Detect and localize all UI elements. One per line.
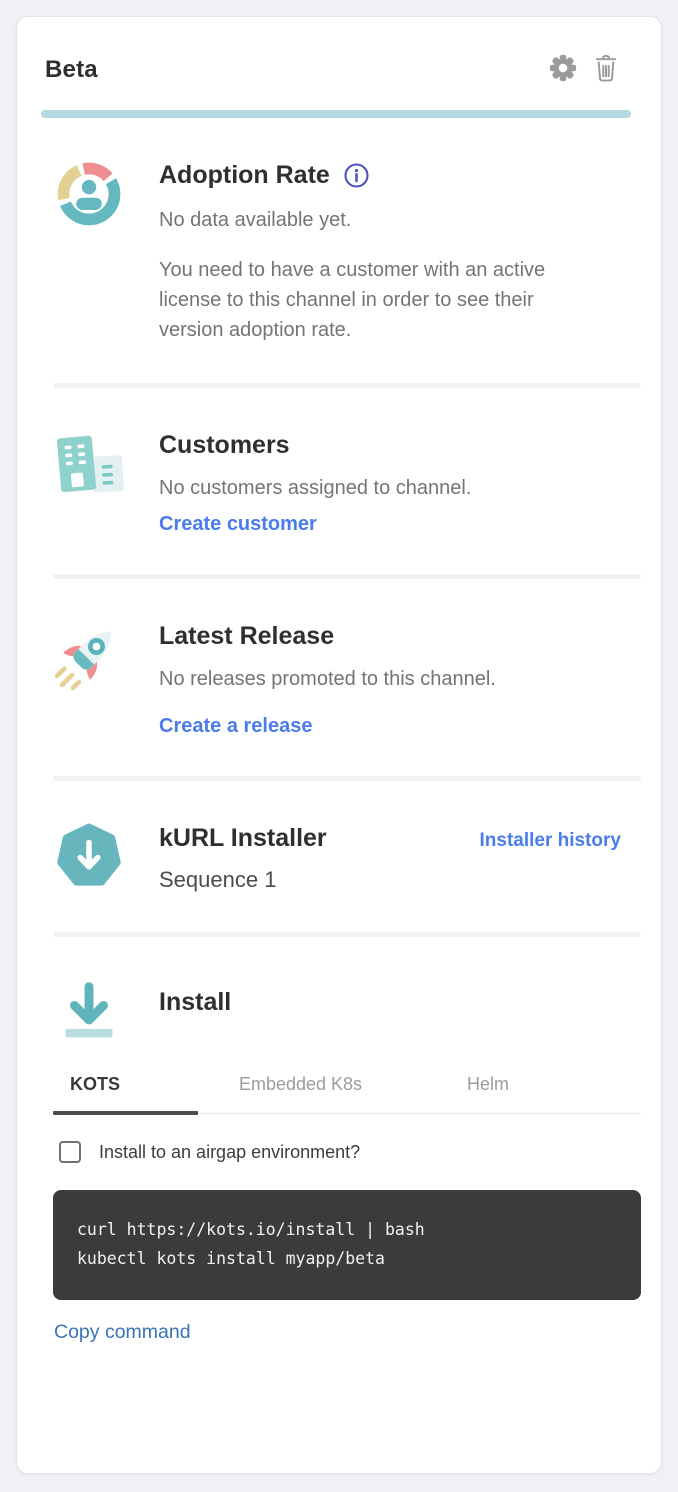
- info-icon[interactable]: [343, 162, 370, 189]
- header-actions: [548, 53, 619, 86]
- release-title: Latest Release: [159, 621, 641, 651]
- channel-accent-bar: [41, 110, 631, 118]
- release-content: Latest Release No releases promoted to t…: [159, 621, 641, 738]
- gear-icon: [548, 53, 578, 86]
- tab-kots[interactable]: KOTS: [53, 1074, 198, 1113]
- channel-title: Beta: [45, 56, 98, 84]
- install-command-block: curl https://kots.io/install | bash kube…: [53, 1190, 641, 1300]
- trash-icon: [593, 54, 619, 85]
- section-install: Install: [17, 937, 661, 1074]
- section-adoption-rate: Adoption Rate No data available yet. You…: [17, 118, 661, 383]
- channel-card: Beta: [16, 16, 662, 1474]
- tab-embedded-k8s[interactable]: Embedded K8s: [198, 1074, 403, 1113]
- buildings-icon: [51, 430, 127, 503]
- section-customers: Customers No customers assigned to chann…: [17, 388, 661, 574]
- installer-title-row: kURL Installer Installer history: [159, 823, 641, 853]
- section-kurl-installer: kURL Installer Installer history Sequenc…: [17, 781, 661, 932]
- customers-empty-text: No customers assigned to channel.: [159, 473, 641, 503]
- section-latest-release: Latest Release No releases promoted to t…: [17, 579, 661, 776]
- installer-sequence: Sequence 1: [159, 867, 641, 893]
- installer-icon-col: [53, 823, 125, 894]
- tab-helm[interactable]: Helm: [403, 1074, 573, 1113]
- channel-settings-button[interactable]: [548, 53, 578, 86]
- create-release-link[interactable]: Create a release: [159, 715, 312, 738]
- install-title: Install: [159, 987, 641, 1017]
- install-content: Install: [159, 979, 641, 1050]
- airgap-checkbox[interactable]: [59, 1141, 81, 1163]
- install-icon-col: [53, 979, 125, 1050]
- adoption-title: Adoption Rate: [159, 160, 330, 190]
- heptagon-download-icon: [56, 823, 122, 894]
- adoption-empty-body: You need to have a customer with an acti…: [159, 255, 564, 345]
- release-icon-col: [53, 621, 125, 738]
- installer-content: kURL Installer Installer history Sequenc…: [159, 823, 641, 894]
- adoption-donut-user-icon: [55, 160, 123, 233]
- installer-title: kURL Installer: [159, 823, 327, 853]
- card-header: Beta: [17, 17, 661, 86]
- download-arrow-icon: [59, 979, 119, 1050]
- install-command-line-1: curl https://kots.io/install | bash: [77, 1216, 617, 1245]
- adoption-title-row: Adoption Rate: [159, 160, 641, 190]
- customers-content: Customers No customers assigned to chann…: [159, 430, 641, 536]
- airgap-label[interactable]: Install to an airgap environment?: [99, 1142, 360, 1163]
- adoption-empty-title: No data available yet.: [159, 205, 641, 235]
- delete-channel-button[interactable]: [593, 54, 619, 85]
- rocket-icon: [50, 621, 128, 700]
- install-command-line-2: kubectl kots install myapp/beta: [77, 1245, 617, 1274]
- airgap-row: Install to an airgap environment?: [59, 1141, 641, 1163]
- copy-command-link[interactable]: Copy command: [54, 1321, 191, 1344]
- release-empty-text: No releases promoted to this channel.: [159, 664, 641, 694]
- customers-title: Customers: [159, 430, 641, 460]
- adoption-icon-col: [53, 160, 125, 345]
- install-tabs: KOTS Embedded K8s Helm: [53, 1074, 641, 1114]
- create-customer-link[interactable]: Create customer: [159, 513, 317, 536]
- adoption-content: Adoption Rate No data available yet. You…: [159, 160, 641, 345]
- customers-icon-col: [53, 430, 125, 536]
- installer-history-link[interactable]: Installer history: [480, 830, 622, 852]
